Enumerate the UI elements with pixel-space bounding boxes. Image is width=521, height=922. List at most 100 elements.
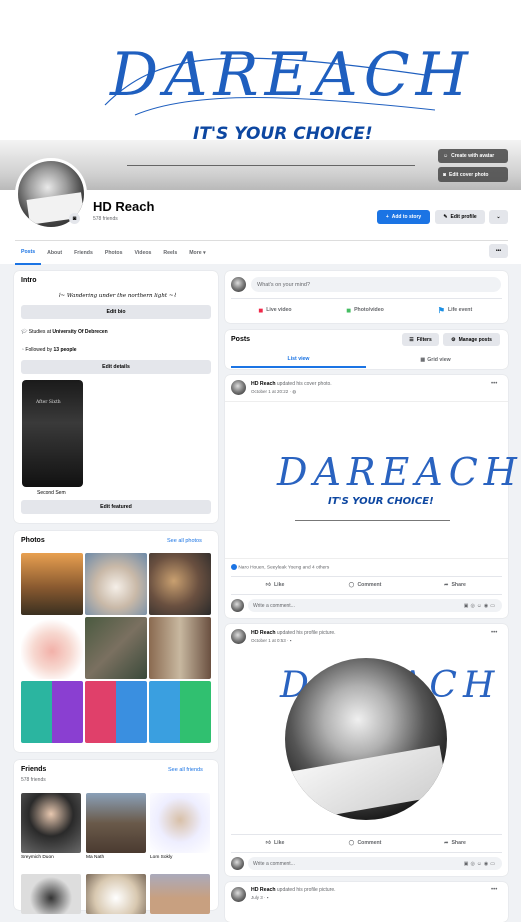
cover-photo[interactable]: DAREACH IT'S YOUR CHOICE! ☺ Create with a… [0,0,521,190]
comment-button[interactable]: ◯ Comment [325,578,405,592]
friend-avatar[interactable] [150,874,210,914]
list-view-tab[interactable]: List view [231,351,366,368]
comment-input[interactable]: Write a comment... ▣◎☺◉▭ [248,857,502,870]
profile-dropdown-button[interactable]: ⌄ [489,210,508,224]
filters-button[interactable]: ☰ Filters [402,333,439,346]
tab-about[interactable]: About [41,241,68,265]
photo-thumb[interactable] [21,553,83,615]
tab-posts[interactable]: Posts [15,241,42,265]
post-author-avatar[interactable] [231,887,246,902]
divider [231,298,502,299]
post-composer: What's on your mind? ■ Live video ■ Photo/… [225,271,508,323]
comment-tools-icon[interactable]: ▣◎☺◉▭ [464,861,497,867]
friend-avatar[interactable] [21,793,81,853]
live-video-button[interactable]: ■ Live video [235,302,315,318]
camera-icon: ◙ [443,171,447,178]
post-timestamp[interactable]: July 3 · ▪ [251,895,268,900]
post-options-icon[interactable]: ••• [491,381,497,387]
create-avatar-button[interactable]: ☺ Create with avatar [438,149,508,163]
cover-signature-text: DAREACH [110,40,474,110]
grid-view-tab[interactable]: ▦ Grid view [368,351,503,368]
tab-photos[interactable]: Photos [99,241,129,265]
photo-thumb[interactable] [85,553,147,615]
tab-more[interactable]: More ▾ [183,241,211,265]
friend-name[interactable]: Ma Nath [86,855,104,860]
photos-card: Photos See all photos [14,531,218,752]
divider [231,594,502,595]
thumbs-up-icon: 👍︎ [265,582,272,588]
share-button[interactable]: ➦ Share [415,578,495,592]
flag-icon: ⚑ [437,305,445,315]
photo-thumb[interactable] [21,681,83,743]
post-author-avatar[interactable] [231,629,246,644]
post-options-icon[interactable]: ••• [491,630,497,636]
manage-posts-button[interactable]: ⚙ Manage posts [443,333,500,346]
comment-tools-icon[interactable]: ▣◎☺◉▭ [464,603,497,609]
featured-story[interactable]: After Sixth [22,380,83,487]
friend-avatar[interactable] [21,874,81,914]
post-image[interactable]: DAREACH IT'S YOUR CHOICE! [225,401,517,559]
like-button[interactable]: 👍︎ Like [235,836,315,850]
lock-icon: ▪ [266,895,269,900]
edit-details-button[interactable]: Edit details [21,360,211,374]
profile-name: HD Reach [93,199,155,214]
friend-avatar[interactable] [150,793,210,853]
friend-avatar[interactable] [86,874,146,914]
friend-avatar[interactable] [86,793,146,853]
edit-cover-button[interactable]: ◙ Edit cover photo [438,167,508,182]
intro-title: Intro [21,277,37,284]
comment-button[interactable]: ◯ Comment [325,836,405,850]
like-button[interactable]: 👍︎ Like [235,578,315,592]
comment-icon: ◯ [348,582,355,588]
tab-videos[interactable]: Videos [128,241,157,265]
tab-friends[interactable]: Friends [68,241,99,265]
edit-bio-button[interactable]: Edit bio [21,305,211,319]
reactions-summary[interactable]: Naro Houen, Seeyleak Yoeng and 4 others [231,564,329,570]
post-timestamp[interactable]: October 1 at 20:22 · ◍ [251,389,296,395]
post-author-avatar[interactable] [231,380,246,395]
see-all-friends-link[interactable]: See all friends [168,767,203,773]
post-headline: HD Reach updated his cover photo. [251,381,332,387]
filter-icon: ☰ [409,336,414,343]
more-options-button[interactable]: ••• [489,244,508,258]
friend-name[interactable]: Sreymich Duon [21,855,54,860]
post-options-icon[interactable]: ••• [491,887,497,893]
photo-thumb[interactable] [85,681,147,743]
photo-thumb[interactable] [149,681,211,743]
lock-icon: ▪ [289,638,292,643]
photo-thumb[interactable] [85,617,147,679]
post-headline: HD Reach updated his profile picture. [251,887,336,893]
edit-profile-button[interactable]: ✎ Edit profile [435,210,485,224]
divider [231,834,502,835]
tab-reels[interactable]: Reels [157,241,183,265]
photo-thumb[interactable] [149,553,211,615]
post-timestamp[interactable]: October 1 at 0:53 · ▪ [251,638,291,643]
chevron-down-icon: ⌄ [496,214,501,220]
friends-count[interactable]: 578 friends [93,216,118,222]
camera-icon[interactable]: ◙ [69,213,80,224]
photo-thumb[interactable] [149,617,211,679]
friends-title: Friends [21,766,47,773]
post-headline: HD Reach updated his profile picture. [251,630,336,636]
friend-name[interactable]: Lom Sokly [150,855,172,860]
share-button[interactable]: ➦ Share [415,836,495,850]
see-all-photos-link[interactable]: See all photos [167,538,202,544]
post-profile-picture: HD Reach updated his profile picture. Ju… [225,882,508,922]
comment-input[interactable]: Write a comment... ▣◎☺◉▭ [248,599,502,612]
ellipsis-icon: ••• [495,248,502,254]
friends-total: 578 friends [21,777,46,783]
photo-video-button[interactable]: ■ Photo/video [325,302,405,318]
composer-avatar[interactable] [231,277,246,292]
edit-featured-button[interactable]: Edit featured [21,500,211,514]
plus-icon: + [385,214,389,220]
life-event-button[interactable]: ⚑ Life event [415,302,495,318]
add-to-story-button[interactable]: + Add to story [377,210,430,224]
photo-thumb[interactable] [21,617,83,679]
post-image[interactable]: DAR ACH [225,650,508,832]
profile-picture-circle [285,658,447,820]
share-icon: ➦ [444,582,449,588]
posts-title: Posts [231,336,251,343]
gear-icon: ⚙ [451,336,456,343]
whats-on-your-mind-input[interactable]: What's on your mind? [251,277,501,292]
friends-card: Friends 578 friends See all friends Srey… [14,760,218,914]
